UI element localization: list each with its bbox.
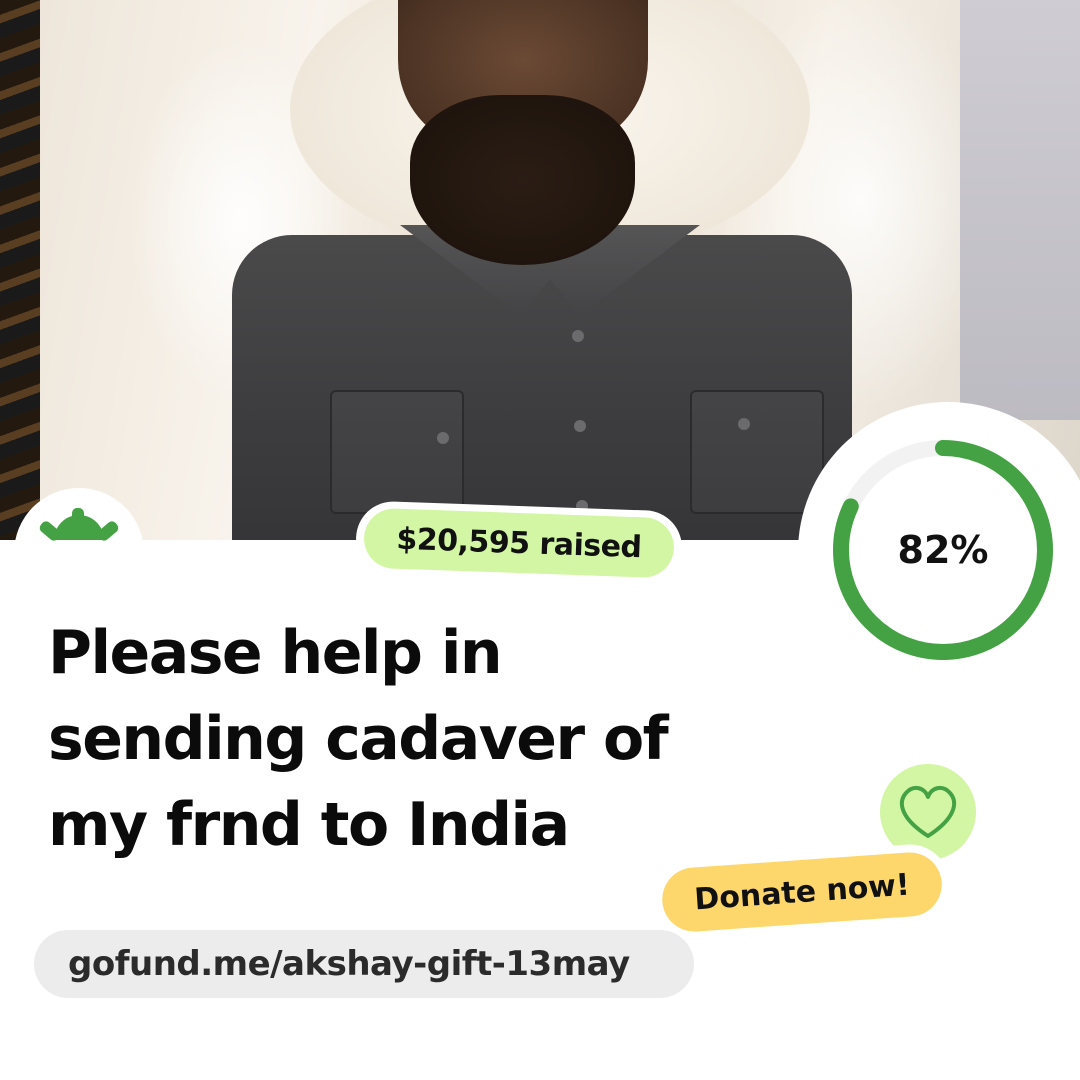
campaign-url-link[interactable]: gofund.me/akshay-gift-13may xyxy=(34,930,694,998)
sunrise-logo-icon xyxy=(39,508,119,541)
donate-now-button[interactable]: Donate now! xyxy=(660,850,944,934)
amount-raised-text: $20,595 raised xyxy=(363,507,675,579)
progress-percent: 82% xyxy=(897,528,989,572)
gofundme-logo xyxy=(14,488,144,598)
heart-icon xyxy=(900,785,956,838)
campaign-title: Please help in sending cadaver of my frn… xyxy=(48,618,669,860)
amount-raised-badge: $20,595 raised xyxy=(354,500,684,586)
